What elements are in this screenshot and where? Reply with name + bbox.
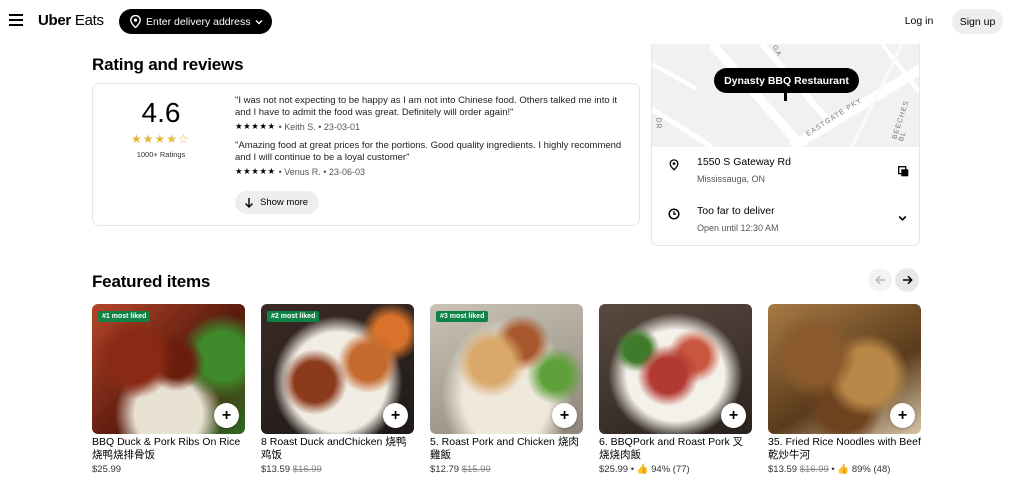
show-more-button[interactable]: Show more <box>235 191 319 214</box>
star-icon: ★ <box>142 132 154 146</box>
menu-icon[interactable] <box>9 14 23 26</box>
plus-icon: + <box>221 406 232 424</box>
review-text: "Amazing food at great prices for the po… <box>235 140 622 163</box>
arrow-down-icon <box>245 198 253 208</box>
add-item-button[interactable]: + <box>890 403 915 428</box>
item-name: BBQ Duck & Pork Ribs On Rice 烧鸭烧排骨饭 <box>92 436 241 461</box>
ratings-count: 1000+ Ratings <box>136 150 186 159</box>
store-address: 1550 S Gateway Rd <box>697 156 791 168</box>
most-liked-badge: #1 most liked <box>98 311 151 322</box>
address-row[interactable]: 1550 S Gateway Rd Mississauga, ON <box>668 156 791 184</box>
location-pin-icon <box>669 159 679 171</box>
food-image[interactable]: #3 most liked + <box>430 304 583 434</box>
map-pin <box>784 93 787 101</box>
logo-uber-text: Uber <box>38 12 71 29</box>
item-price: $13.59 <box>261 464 291 475</box>
item-name: 8 Roast Duck andChicken 烧鸭鸡饭 <box>261 436 407 461</box>
add-item-button[interactable]: + <box>552 403 577 428</box>
review-item: "I was not not expecting to be happy as … <box>235 95 625 132</box>
item-name: 6. BBQPork and Roast Pork 叉烧烧肉飯 <box>599 436 744 461</box>
item-price: $25.99 <box>599 464 629 475</box>
item-price: $13.59 <box>768 464 798 475</box>
plus-icon: + <box>559 406 570 424</box>
show-more-label: Show more <box>260 197 309 208</box>
rating-score: 4.6 <box>141 97 181 128</box>
item-original-price: $16.99 <box>292 464 322 475</box>
item-price-row: $13.59 $16.99 • 👍 89% (48) <box>768 464 921 475</box>
food-image[interactable]: #2 most liked + <box>261 304 414 434</box>
store-hours: Open until 12:30 AM <box>697 223 779 233</box>
arrow-left-icon <box>874 275 885 285</box>
delivery-address-button[interactable]: Enter delivery address <box>119 9 272 34</box>
carousel-prev-button[interactable] <box>868 268 892 292</box>
item-price-row: $13.59 $16.99 <box>261 464 414 475</box>
review-meta: ★★★★★ • Venus R. • 23-06-03 <box>235 166 625 177</box>
item-rating: • 👍 89% (48) <box>831 464 891 475</box>
logo-eats-text: Eats <box>74 12 104 29</box>
address-label: Enter delivery address <box>146 15 251 28</box>
store-city: Mississauga, ON <box>697 174 766 184</box>
featured-section-title: Featured items <box>92 272 211 291</box>
restaurant-map-pill[interactable]: Dynasty BBQ Restaurant <box>714 68 859 93</box>
login-button[interactable]: Log in <box>897 9 941 33</box>
review-text: "I was not not expecting to be happy as … <box>235 95 618 118</box>
item-original-price: $16.99 <box>799 464 829 475</box>
signup-button[interactable]: Sign up <box>952 9 1003 34</box>
item-price: $25.99 <box>92 464 122 475</box>
top-header: Uber Eats Enter delivery address Log in … <box>0 0 1010 44</box>
item-original-price: $15.99 <box>461 464 491 475</box>
food-image[interactable]: #1 most liked + <box>92 304 245 434</box>
plus-icon: + <box>897 406 908 424</box>
delivery-status: Too far to deliver <box>697 205 775 217</box>
plus-icon: + <box>390 406 401 424</box>
most-liked-badge: #3 most liked <box>436 311 489 322</box>
item-price: $12.79 <box>430 464 460 475</box>
review-author: • Venus R. • 23-06-03 <box>278 166 365 177</box>
featured-item-card[interactable]: #2 most liked + 8 Roast Duck andChicken … <box>261 304 414 475</box>
most-liked-badge: #2 most liked <box>267 311 320 322</box>
copy-icon[interactable] <box>898 166 909 177</box>
location-pin-icon <box>130 15 141 28</box>
item-name: 5. Roast Pork and Chicken 烧肉雞飯 <box>430 436 579 461</box>
delivery-status-row[interactable]: Too far to deliver Open until 12:30 AM <box>668 205 779 233</box>
item-name: 35. Fried Rice Noodles with Beef 乾炒牛河 <box>768 436 921 461</box>
review-meta: ★★★★★ • Keith S. • 23-03-01 <box>235 121 625 132</box>
review-item: "Amazing food at great prices for the po… <box>235 140 625 177</box>
add-item-button[interactable]: + <box>721 403 746 428</box>
item-rating: • 👍 94% (77) <box>630 464 690 475</box>
chevron-down-icon <box>255 19 263 24</box>
star-icon: ★ <box>154 132 166 146</box>
add-item-button[interactable]: + <box>383 403 408 428</box>
star-icon: ★ <box>166 132 178 146</box>
item-price-row: $12.79 $15.99 <box>430 464 583 475</box>
ratings-card: 4.6 ★ ★ ★ ★ ☆ 1000+ Ratings "I was not not e… <box>92 83 640 226</box>
review-stars: ★★★★★ <box>235 166 276 176</box>
clock-icon <box>668 208 680 220</box>
review-author: • Keith S. • 23-03-01 <box>278 121 360 132</box>
chevron-down-icon[interactable] <box>898 215 907 222</box>
food-image[interactable]: + <box>599 304 752 434</box>
item-price-row: $25.99 <box>92 464 245 475</box>
rating-stars: ★ ★ ★ ★ ☆ <box>131 133 189 145</box>
plus-icon: + <box>728 406 739 424</box>
store-info-card: S GA EASTGATE PKY BEECHES BL DR Dynasty … <box>651 44 920 246</box>
half-star-icon: ☆ <box>178 132 189 146</box>
map-street-label: DR <box>654 117 662 130</box>
arrow-right-icon <box>902 275 913 285</box>
carousel-next-button[interactable] <box>895 268 919 292</box>
review-stars: ★★★★★ <box>235 121 276 131</box>
food-image[interactable]: + <box>768 304 921 434</box>
featured-item-card[interactable]: #1 most liked + BBQ Duck & Pork Ribs On … <box>92 304 245 475</box>
star-icon: ★ <box>131 132 142 146</box>
featured-item-card[interactable]: + 35. Fried Rice Noodles with Beef 乾炒牛河 … <box>768 304 921 475</box>
featured-item-card[interactable]: #3 most liked + 5. Roast Pork and Chicke… <box>430 304 583 475</box>
uber-eats-logo[interactable]: Uber Eats <box>38 12 104 29</box>
ratings-section-title: Rating and reviews <box>92 55 244 74</box>
item-price-row: $25.99 • 👍 94% (77) <box>599 464 752 475</box>
featured-item-card[interactable]: + 6. BBQPork and Roast Pork 叉烧烧肉飯 $25.99… <box>599 304 752 475</box>
add-item-button[interactable]: + <box>214 403 239 428</box>
store-map[interactable]: S GA EASTGATE PKY BEECHES BL DR Dynasty … <box>652 44 919 152</box>
